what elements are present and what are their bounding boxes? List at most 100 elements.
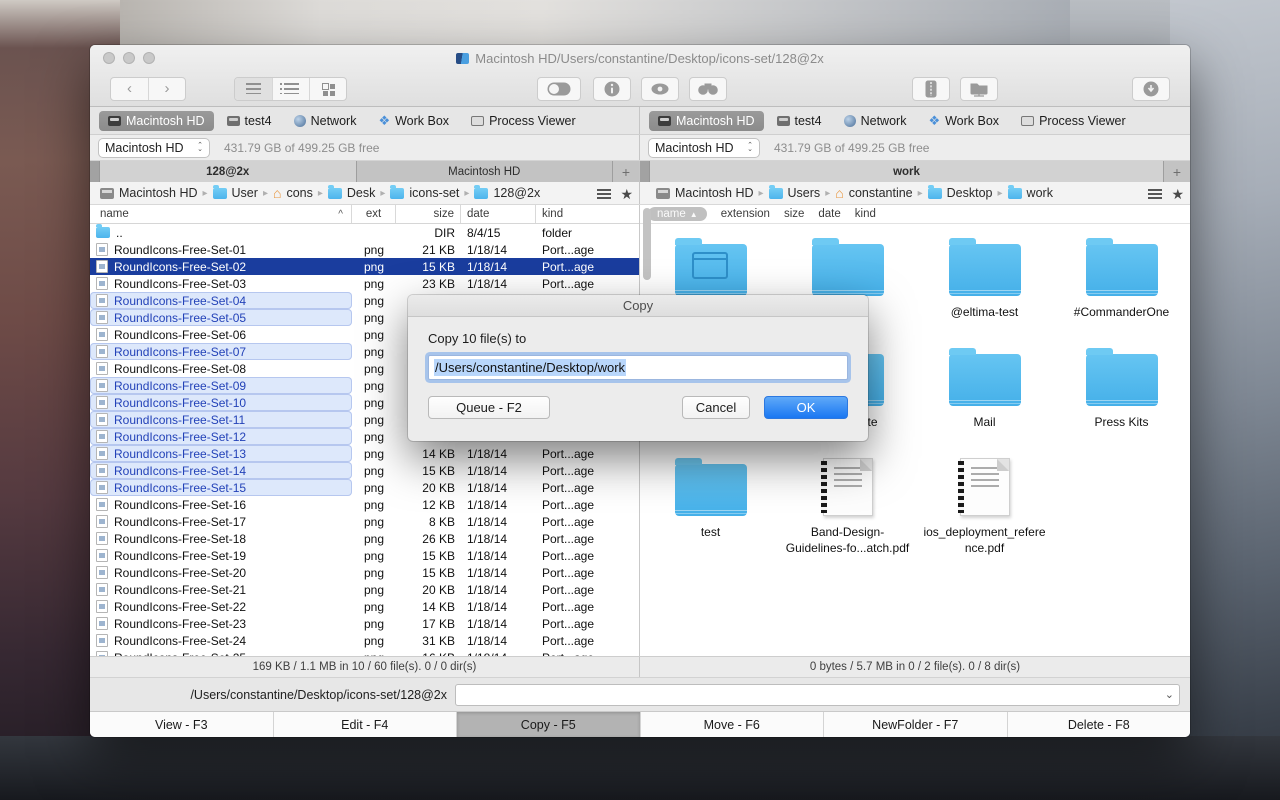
queue-button[interactable]: Queue - F2 [428,396,550,419]
file-row[interactable]: RoundIcons-Free-Set-13 png 14 KB 1/18/14 Por… [90,445,639,462]
file-row[interactable]: RoundIcons-Free-Set-15 png 20 KB 1/18/14 Por… [90,479,639,496]
pane-tab-macintosh-hd[interactable]: Macintosh HD [356,161,613,182]
breadcrumb-item[interactable]: Desk [327,184,375,200]
info-button[interactable] [593,76,631,101]
column-header-date[interactable]: date [461,205,536,223]
column-header-kind[interactable]: kind [536,205,639,223]
fn-button-view-f3[interactable]: View - F3 [90,712,273,737]
file-row[interactable]: RoundIcons-Free-Set-24 png 31 KB 1/18/14 Por… [90,632,639,649]
file-row[interactable]: RoundIcons-Free-Set-21 png 20 KB 1/18/14 Por… [90,581,639,598]
device-tab-work-box[interactable]: ❖ Work Box [369,111,458,131]
file-row[interactable]: RoundIcons-Free-Set-14 png 15 KB 1/18/14 Por… [90,462,639,479]
file-row[interactable]: RoundIcons-Free-Set-23 png 17 KB 1/18/14 Por… [90,615,639,632]
breadcrumb-item[interactable]: ⌂ constantine [835,186,912,200]
grid-item[interactable]: ios_deployment_reference.pdf [916,458,1053,568]
breadcrumb-item[interactable]: Macintosh HD [656,186,754,200]
grid-item[interactable]: Band-Design-Guidelines-fo...atch.pdf [779,458,916,568]
fn-button-edit-f4[interactable]: Edit - F4 [272,712,457,737]
panel-toggle-button[interactable] [537,76,581,101]
file-row[interactable]: .. DIR 8/4/15 folder [90,224,639,241]
close-button[interactable] [103,52,115,64]
file-name: RoundIcons-Free-Set-07 [114,344,247,359]
device-tab-macintosh-hd[interactable]: Macintosh HD [649,110,764,131]
pane-tab-work[interactable]: work [650,161,1164,182]
grid-item[interactable]: @eltima-test [916,238,1053,348]
file-kind-cell: Port...age [542,514,595,529]
pane-tab-edge [90,161,100,182]
favorites-star-icon[interactable]: ★ [1171,187,1184,201]
fn-button-move-f6[interactable]: Move - F6 [639,712,824,737]
fn-button-copy-f5[interactable]: Copy - F5 [456,712,640,737]
folder-icon [474,184,489,199]
breadcrumb-item[interactable]: 128@2x [474,184,540,200]
device-tab-network[interactable]: Network [835,111,916,131]
ok-button[interactable]: OK [764,396,848,419]
grid-item[interactable]: Mail [916,348,1053,458]
device-tab-label: Process Viewer [1039,113,1126,128]
fn-button-delete-f8[interactable]: Delete - F8 [1006,712,1191,737]
device-tab-network[interactable]: Network [285,111,366,131]
history-menu-icon[interactable] [1148,188,1163,199]
breadcrumb-item[interactable]: Macintosh HD [100,186,198,200]
downloads-button[interactable] [1132,76,1170,101]
column-header-size[interactable]: size [784,208,804,220]
breadcrumb-item[interactable]: Desktop [927,184,993,200]
list-view-button[interactable] [235,77,272,100]
breadcrumb-item[interactable]: icons-set [390,184,459,200]
column-header-date[interactable]: date [818,208,840,220]
column-header-name[interactable]: name ▲ [648,207,707,221]
device-tab-process-viewer[interactable]: Process Viewer [1012,111,1135,131]
fn-button-newfolder-f7[interactable]: NewFolder - F7 [823,712,1007,737]
file-row[interactable]: RoundIcons-Free-Set-17 png 8 KB 1/18/14 Port… [90,513,639,530]
left-column-headers: name ^ ext size date kind [90,205,639,224]
device-tab-process-viewer[interactable]: Process Viewer [462,111,585,131]
forward-button[interactable]: › [148,77,185,100]
breadcrumb-item[interactable]: work [1007,184,1053,200]
cancel-button[interactable]: Cancel [682,396,750,419]
device-tab-work-box[interactable]: ❖ Work Box [919,111,1008,131]
grid-view-button[interactable] [309,77,346,100]
breadcrumb-item[interactable]: User [212,184,258,200]
column-header-kind[interactable]: kind [855,208,876,220]
file-row[interactable]: RoundIcons-Free-Set-18 png 26 KB 1/18/14 Por… [90,530,639,547]
drive-select-right[interactable]: Macintosh HD ⌃ ⌄ [648,138,760,158]
device-tab-test4[interactable]: test4 [218,111,281,131]
chevron-down-icon[interactable]: ⌄ [1165,688,1174,701]
zoom-button[interactable] [143,52,155,64]
minimize-button[interactable] [123,52,135,64]
search-button[interactable] [689,76,727,101]
breadcrumb-item[interactable]: Users [768,184,820,200]
file-row[interactable]: RoundIcons-Free-Set-22 png 14 KB 1/18/14 Por… [90,598,639,615]
device-tab-test4[interactable]: test4 [768,111,831,131]
grid-item[interactable]: Press Kits [1053,348,1190,458]
archive-button[interactable] [912,76,950,101]
drive-select-left[interactable]: Macintosh HD ⌃ ⌄ [98,138,210,158]
network-folder-button[interactable] [960,76,998,101]
command-line-input[interactable] [455,683,1180,706]
detail-view-button[interactable] [272,77,309,100]
file-row[interactable]: RoundIcons-Free-Set-20 png 15 KB 1/18/14 Por… [90,564,639,581]
back-button[interactable]: ‹ [111,78,148,100]
new-tab-button[interactable]: + [613,161,639,182]
file-row[interactable]: RoundIcons-Free-Set-01 png 21 KB 1/18/14 Por… [90,241,639,258]
new-tab-button[interactable]: + [1164,161,1190,182]
column-header-name[interactable]: name ^ [90,205,352,223]
device-tab-macintosh-hd[interactable]: Macintosh HD [99,110,214,131]
file-row[interactable]: RoundIcons-Free-Set-19 png 15 KB 1/18/14 Por… [90,547,639,564]
scrollbar-thumb[interactable] [643,208,651,280]
column-header-extension[interactable]: extension [721,208,770,220]
grid-item[interactable]: test [642,458,779,568]
preview-button[interactable] [641,76,679,101]
favorites-star-icon[interactable]: ★ [620,187,633,201]
file-row[interactable]: RoundIcons-Free-Set-02 png 15 KB 1/18/14 Por… [90,258,639,275]
grid-item[interactable]: #CommanderOne [1053,238,1190,348]
history-menu-icon[interactable] [597,188,612,199]
file-row[interactable]: RoundIcons-Free-Set-03 png 23 KB 1/18/14 Por… [90,275,639,292]
file-row[interactable]: RoundIcons-Free-Set-25 png16 KB1/18/14Por… [90,649,639,656]
column-header-size[interactable]: size [396,205,461,223]
pane-tab-128-2x[interactable]: 128@2x [100,161,357,182]
breadcrumb-item[interactable]: ⌂ cons [273,186,313,200]
destination-input[interactable]: /Users/constantine/Desktop/work [428,355,848,380]
column-header-ext[interactable]: ext [352,205,396,223]
file-row[interactable]: RoundIcons-Free-Set-16 png 12 KB 1/18/14 Por… [90,496,639,513]
